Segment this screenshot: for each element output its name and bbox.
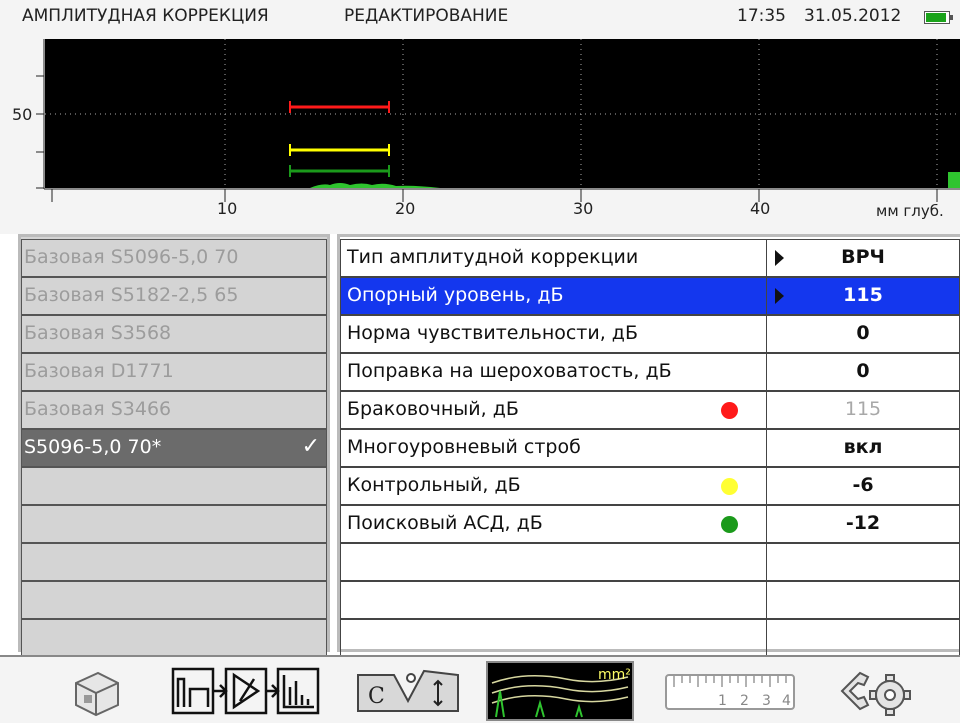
svg-text:C: C [368,684,385,709]
mode-title: АМПЛИТУДНАЯ КОРРЕКЦИЯ [22,6,269,26]
ruler-button[interactable]: 1 2 3 4 [660,661,800,721]
list-item[interactable] [21,505,327,543]
param-row-control-level[interactable]: Контрольный, дБ -6 [340,467,960,505]
red-dot-icon [721,402,738,419]
signal-chain-icon [171,667,320,715]
x-tick-label: 30 [573,199,593,218]
probe-button[interactable] [62,661,132,721]
settings-gears-icon [840,671,911,716]
y-axis [36,39,45,189]
date: 31.05.2012 [804,6,902,26]
echo-signal-edge [948,172,960,188]
x-tick-label: 40 [750,199,770,218]
calibration-block-button[interactable]: C [354,661,464,721]
ruler-icon: 1 2 3 4 [665,674,795,710]
param-row-empty [340,619,960,657]
svg-text:3: 3 [762,693,771,709]
param-row-multilevel-gate[interactable]: Многоуровневый строб вкл [340,429,960,467]
green-dot-icon [721,516,738,533]
y-tick-label: 50 [12,105,32,124]
param-row-empty [340,581,960,619]
list-item[interactable] [21,543,327,581]
battery-icon [924,11,950,24]
clock: 17:35 [737,6,786,26]
amplitude-curve-icon: mm² [486,661,634,721]
param-row-roughness-correction[interactable]: Поправка на шероховатость, дБ 0 [340,353,960,391]
list-item[interactable]: Базовая S3568 [21,315,327,353]
settings-button[interactable] [838,661,918,721]
setup-list: Базовая S5096-5,0 70 Базовая S5182-2,5 6… [18,234,330,657]
x-axis-unit: мм глуб. [876,202,944,220]
bottom-toolbar: C mm² 1 2 3 4 [0,655,960,723]
param-row-search-level[interactable]: Поисковый АСД, дБ -12 [340,505,960,543]
arrow-right-icon [775,288,784,304]
param-row-reference-level[interactable]: Опорный уровень, дБ 115 [340,277,960,315]
list-item[interactable]: Базовая S5096-5,0 70 [21,239,327,277]
arrow-right-icon [775,250,784,266]
list-item[interactable]: Базовая S3466 [21,391,327,429]
list-item[interactable] [21,581,327,619]
list-item[interactable]: Базовая S5182-2,5 65 [21,277,327,315]
x-tick-label: 20 [395,199,415,218]
param-row-empty [340,543,960,581]
svg-text:4: 4 [782,693,791,709]
checkmark-icon: ✓ [301,434,320,459]
x-tick-label: 10 [217,199,237,218]
list-item[interactable] [21,619,327,657]
list-item-selected[interactable]: S5096-5,0 70* ✓ [21,429,327,467]
amplitude-correction-button[interactable]: mm² [486,661,634,721]
a-scan-svg: 50 10 20 30 40 мм глуб. [12,39,960,220]
svg-text:mm²: mm² [598,667,631,683]
signal-chain-button[interactable] [170,661,320,721]
submode-title: РЕДАКТИРОВАНИЕ [344,6,509,26]
yellow-dot-icon [721,478,738,495]
svg-text:1: 1 [718,693,727,709]
calibration-block-icon: C [357,669,459,712]
svg-text:2: 2 [740,693,749,709]
param-row-sensitivity-norm[interactable]: Норма чувствительности, дБ 0 [340,315,960,353]
list-item[interactable]: Базовая D1771 [21,353,327,391]
probe-icon [75,671,119,717]
x-axis [44,188,960,202]
status-bar: АМПЛИТУДНАЯ КОРРЕКЦИЯ РЕДАКТИРОВАНИЕ 17:… [0,0,960,34]
parameter-table: Тип амплитудной коррекции ВРЧ Опорный ур… [337,234,960,657]
scope-screen [45,39,960,188]
a-scan-display: 50 10 20 30 40 мм глуб. [0,34,960,234]
list-item[interactable] [21,467,327,505]
param-row-correction-type[interactable]: Тип амплитудной коррекции ВРЧ [340,239,960,277]
param-row-reject-level[interactable]: Браковочный, дБ 115 [340,391,960,429]
